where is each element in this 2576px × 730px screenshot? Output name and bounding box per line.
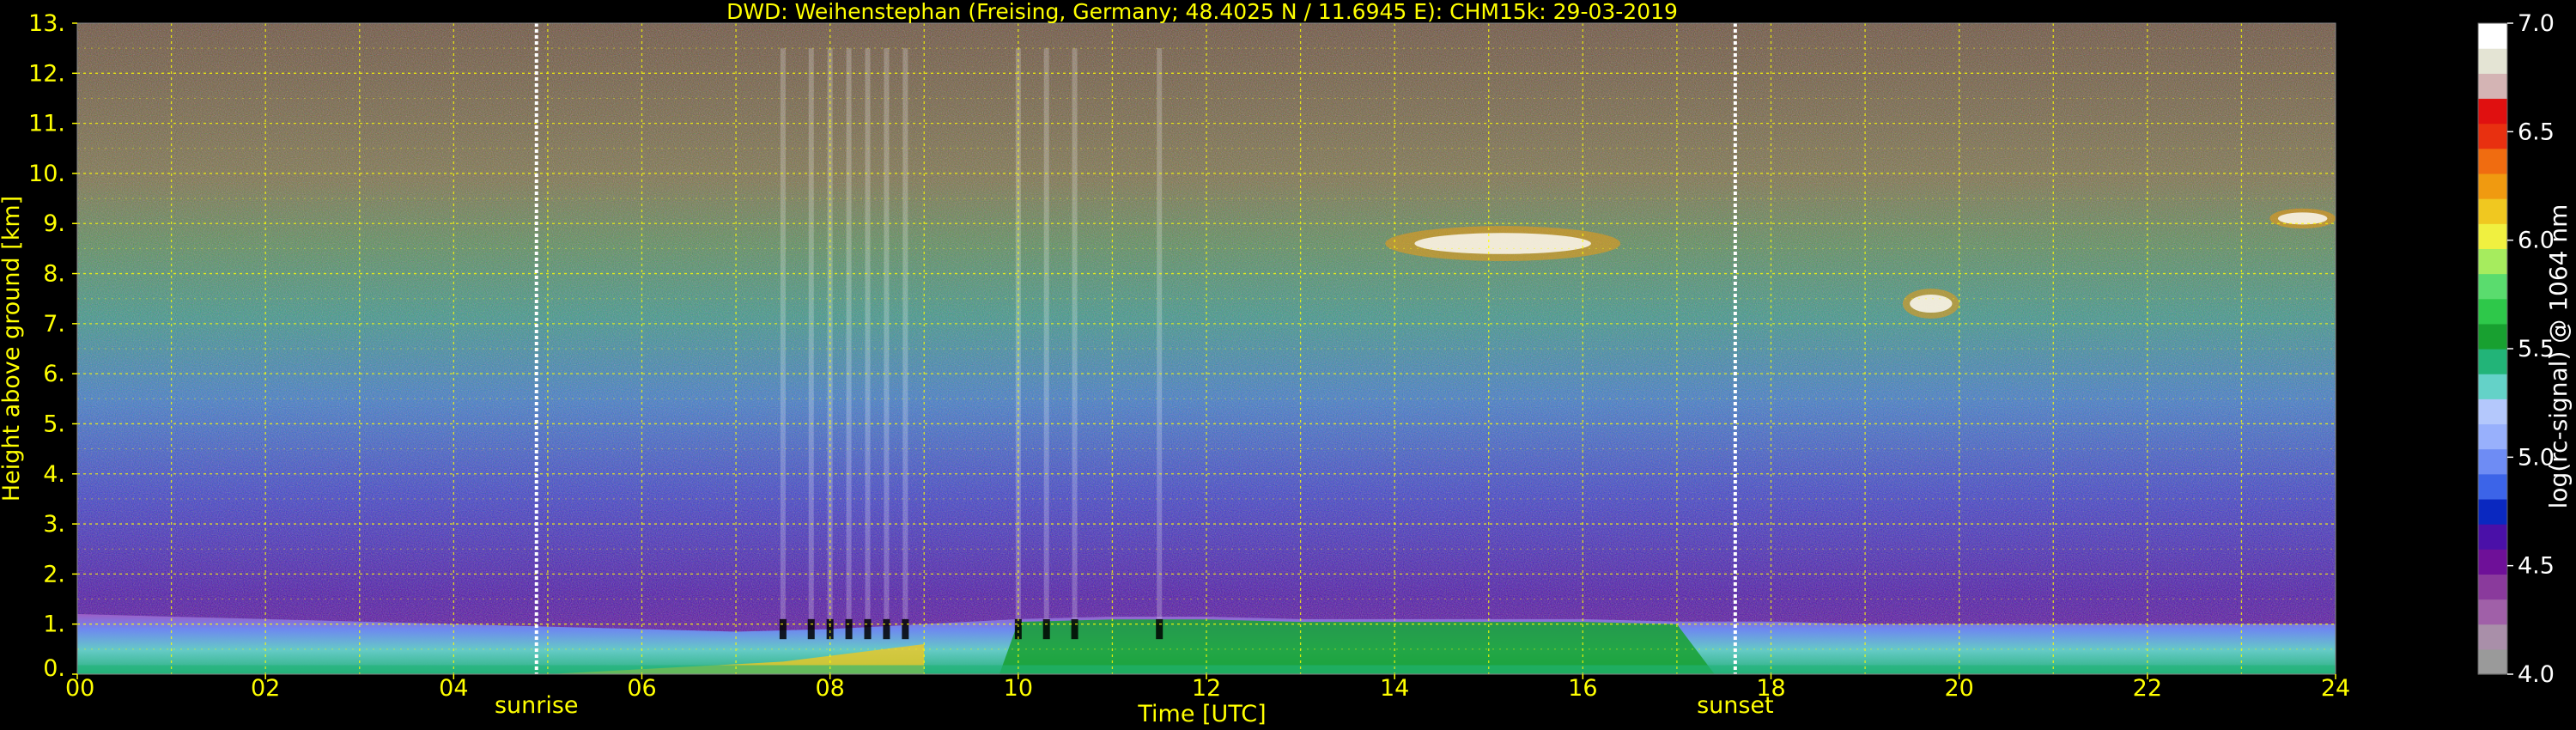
y-tick-label: 2. [43,561,65,587]
precip-streak [1043,48,1049,624]
streak-base [826,618,834,640]
streak-base [845,618,853,640]
colorbar-segment [2478,349,2507,374]
colorbar-segment [2478,23,2507,49]
streak-base [1071,618,1078,640]
streak-base [807,618,815,640]
x-tick-label: 10 [1004,675,1033,702]
sunrise-label: sunrise [495,692,579,719]
colorbar-segment [2478,648,2507,675]
colorbar-tick-label: 4.0 [2518,661,2555,688]
colorbar-segment [2478,423,2507,450]
x-tick-label: 14 [1380,675,1409,702]
precip-streak [1072,48,1078,624]
colorbar-segment [2478,624,2507,650]
streak-base [1014,618,1022,640]
y-tick-label: 4. [43,461,65,488]
colorbar-segment [2478,273,2507,300]
x-tick-label: 06 [627,675,656,702]
precip-streak [884,48,890,624]
x-tick-label: 12 [1192,675,1221,702]
colorbar-segment [2478,473,2507,500]
precip-streak [808,48,814,624]
y-tick-label: 1. [43,611,65,638]
colorbar-segment [2478,549,2507,575]
precip-streak [1157,48,1163,624]
colorbar-segment [2478,198,2507,224]
colorbar-segment [2478,73,2507,100]
chart-title: DWD: Weihenstephan (Freising, Germany; 4… [726,0,1678,24]
x-tick-label: 22 [2133,675,2162,702]
precip-streak [902,48,908,624]
colorbar [2477,22,2508,675]
colorbar-segment [2478,574,2507,600]
colorbar-segment [2478,374,2507,399]
colorbar-segment [2478,148,2507,174]
colorbar-segment [2478,48,2507,74]
colorbar-segment [2478,323,2507,350]
colorbar-tick-label: 7.0 [2518,10,2555,37]
y-tick-label: 6. [43,361,65,387]
colorbar-segment [2478,223,2507,249]
y-tick-label: 13. [28,10,65,37]
colorbar-segment [2478,98,2507,125]
y-tick-label: 3. [43,511,65,538]
y-tick-label: 8. [43,261,65,288]
streak-base [779,618,787,640]
y-tick-label: 0. [43,655,65,682]
x-axis-label: Time [UTC] [1137,701,1266,727]
x-tick-label: 04 [439,675,468,702]
x-tick-label: 02 [251,675,280,702]
streak-base [1156,618,1163,640]
precip-streak [780,48,786,624]
colorbar-tick-label: 4.5 [2518,553,2555,580]
colorbar-segment [2478,248,2507,275]
x-tick-label: 18 [1756,675,1785,702]
streak-base [902,618,909,640]
y-tick-label: 10. [28,161,65,187]
y-tick-label: 12. [28,60,65,87]
precip-streak [865,48,871,624]
x-tick-label: 08 [815,675,844,702]
colorbar-label: log(rc-signal) @ 1064 nm [2544,204,2573,509]
lidar-backscatter-chart: sunrise sunset 00 02 04 06 08 10 12 14 16 18 20 22 24… [0,0,2573,727]
x-tick-label: 16 [1568,675,1597,702]
streak-base [1042,618,1050,640]
colorbar-segment [2478,123,2507,149]
colorbar-segment [2478,398,2507,425]
y-axis-label: Height above ground [km] [0,196,25,502]
colorbar-segment [2478,599,2507,625]
x-tick-label: 20 [1944,675,1973,702]
colorbar-tick-label: 6.5 [2518,119,2555,145]
y-tick-label: 11. [28,111,65,137]
streak-base [864,618,872,640]
colorbar-segment [2478,173,2507,199]
colorbar-segment [2478,498,2507,525]
colorbar-segment [2478,298,2507,325]
cloud-core [2277,212,2328,225]
y-tick-label: 5. [43,411,65,437]
colorbar-segment [2478,524,2507,550]
x-tick-label: 00 [65,675,94,702]
colorbar-segment [2478,448,2507,475]
x-tick-label: 24 [2321,675,2350,702]
streak-base [883,618,890,640]
precip-streak [846,48,852,624]
y-tick-label: 7. [43,311,65,338]
y-tick-label: 9. [43,210,65,237]
cloud-core [1414,233,1591,254]
cloud-core [1910,295,1953,313]
